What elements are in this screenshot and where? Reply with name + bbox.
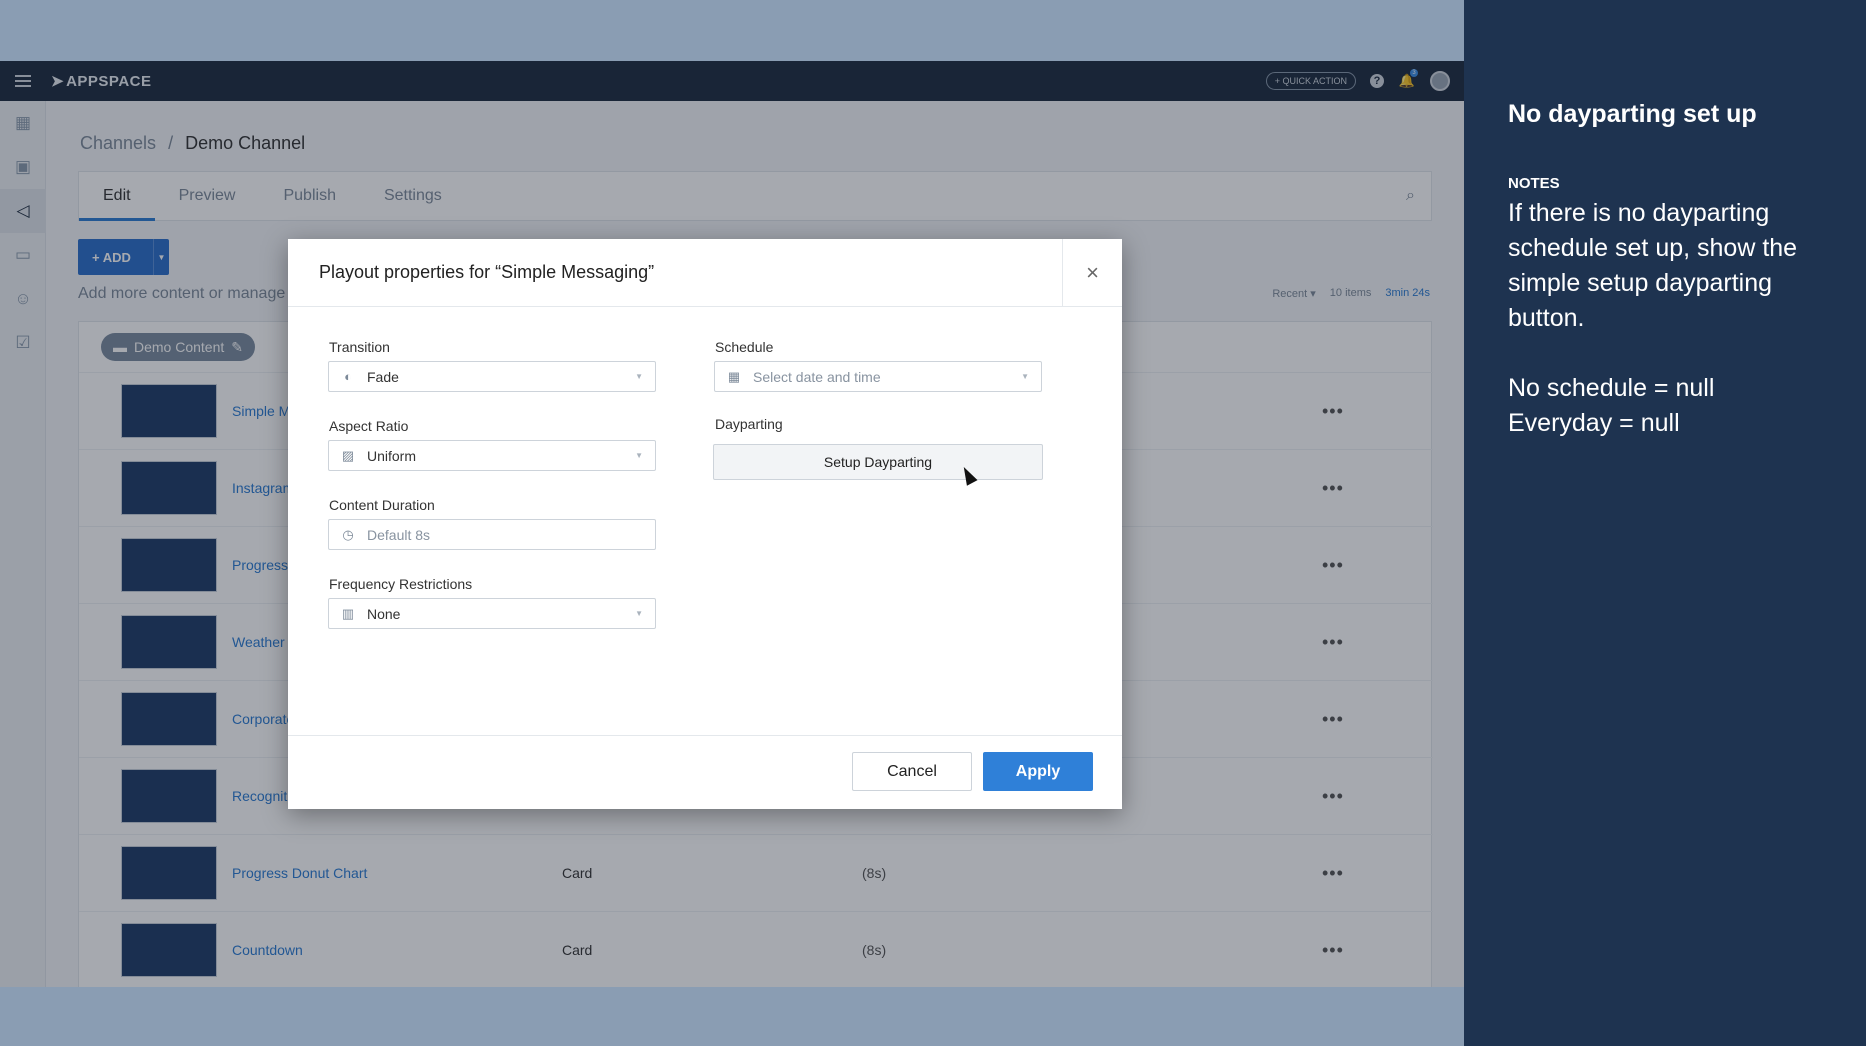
frequency-select[interactable]: ▥ None ▼ (328, 598, 656, 629)
chevron-down-icon: ▼ (635, 609, 643, 618)
dayparting-label: Dayparting (715, 416, 783, 432)
chevron-down-icon: ▼ (635, 451, 643, 460)
frequency-value: None (367, 605, 401, 622)
clock-icon: ◷ (342, 526, 354, 542)
content-duration-input[interactable]: ◷ Default 8s (328, 519, 656, 550)
schedule-label: Schedule (715, 339, 774, 355)
notes-line: No schedule = null (1508, 374, 1715, 402)
notes-paragraph: If there is no dayparting schedule set u… (1508, 199, 1798, 332)
aspect-ratio-select[interactable]: ▨ Uniform ▼ (328, 440, 656, 471)
chevron-down-icon: ▼ (1021, 372, 1029, 381)
aspect-ratio-label: Aspect Ratio (329, 418, 409, 434)
schedule-placeholder: Select date and time (753, 368, 881, 385)
schedule-select[interactable]: ▦ Select date and time ▼ (714, 361, 1042, 392)
transition-select[interactable]: ◐ Fade ▼ (328, 361, 656, 392)
transition-icon: ◐ (344, 369, 352, 384)
cancel-button[interactable]: Cancel (852, 752, 972, 791)
screen-backdrop: ➤ APPSPACE + QUICK ACTION ? 🔔 3 ▦ ▣ ◁ ▭ ☺… (0, 0, 1464, 1046)
notes-line: Everyday = null (1508, 409, 1680, 437)
calendar-icon: ▦ (727, 368, 741, 384)
chevron-down-icon: ▼ (635, 372, 643, 381)
dialog-header: Playout properties for “Simple Messaging… (288, 239, 1122, 307)
notes-panel: No dayparting set up NOTES If there is n… (1464, 0, 1866, 1046)
transition-value: Fade (367, 368, 399, 385)
content-duration-placeholder: Default 8s (367, 526, 431, 543)
playout-properties-dialog: Playout properties for “Simple Messaging… (288, 239, 1122, 809)
transition-label: Transition (329, 339, 390, 355)
image-icon: ▨ (341, 447, 355, 463)
apply-button[interactable]: Apply (983, 752, 1093, 791)
close-icon[interactable]: × (1062, 239, 1122, 307)
dialog-title: Playout properties for “Simple Messaging… (319, 262, 655, 282)
content-duration-label: Content Duration (329, 497, 435, 513)
setup-dayparting-button[interactable]: Setup Dayparting (713, 444, 1043, 480)
notes-body: If there is no dayparting schedule set u… (1508, 196, 1822, 441)
notes-title: No dayparting set up (1508, 100, 1757, 128)
bar-chart-icon: ▥ (341, 605, 355, 621)
aspect-ratio-value: Uniform (367, 447, 417, 464)
frequency-label: Frequency Restrictions (329, 576, 473, 592)
notes-label: NOTES (1508, 175, 1560, 192)
dialog-footer: Cancel Apply (288, 735, 1122, 809)
